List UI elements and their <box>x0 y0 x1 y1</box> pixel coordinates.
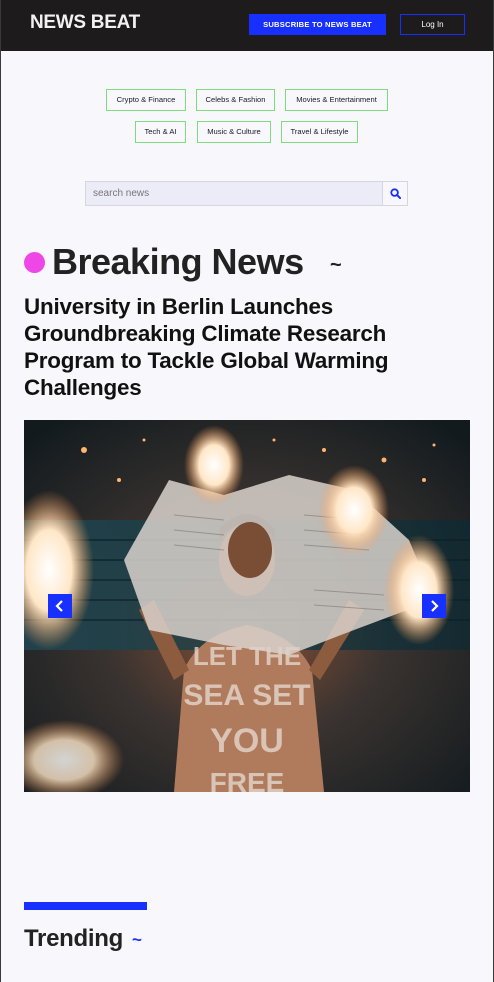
carousel-image: LET THE SEA SET YOU FREE <box>24 420 470 792</box>
shirt-text-line-3: YOU <box>210 722 284 760</box>
search-icon <box>389 188 401 199</box>
shirt-text-line-4: FREE <box>210 767 285 792</box>
news-carousel[interactable]: LET THE SEA SET YOU FREE <box>24 420 470 792</box>
breaking-news-title: Breaking News <box>52 241 304 282</box>
trending-tilde: ~ <box>132 930 142 949</box>
site-header: NEWS BEAT SUBSCRIBE TO NEWS BEAT Log In <box>0 0 494 51</box>
login-button[interactable]: Log In <box>400 14 465 35</box>
category-tech-ai[interactable]: Tech & AI <box>135 121 186 143</box>
breaking-indicator-dot <box>24 252 45 273</box>
subscribe-button[interactable]: SUBSCRIBE TO NEWS BEAT <box>249 14 386 35</box>
trending-title: Trending <box>24 925 123 952</box>
carousel-next-button[interactable] <box>422 594 446 618</box>
category-celebs-fashion[interactable]: Celebs & Fashion <box>196 89 275 111</box>
search-bar <box>85 181 408 206</box>
carousel-prev-button[interactable] <box>48 594 72 618</box>
breaking-tilde: ~ <box>330 254 342 276</box>
site-logo[interactable]: NEWS BEAT <box>30 12 140 34</box>
breaking-headline[interactable]: University in Berlin Launches Groundbrea… <box>24 293 474 401</box>
chevron-right-icon <box>431 600 439 612</box>
category-movies-entertainment[interactable]: Movies & Entertainment <box>285 89 388 111</box>
category-travel-lifestyle[interactable]: Travel & Lifestyle <box>281 121 358 143</box>
search-input[interactable] <box>86 182 384 205</box>
category-music-culture[interactable]: Music & Culture <box>197 121 271 143</box>
chevron-left-icon <box>55 600 63 612</box>
category-crypto-finance[interactable]: Crypto & Finance <box>106 89 186 111</box>
shirt-text-line-2: SEA SET <box>183 679 310 712</box>
trending-accent-bar <box>24 902 147 910</box>
search-button[interactable] <box>382 182 407 205</box>
